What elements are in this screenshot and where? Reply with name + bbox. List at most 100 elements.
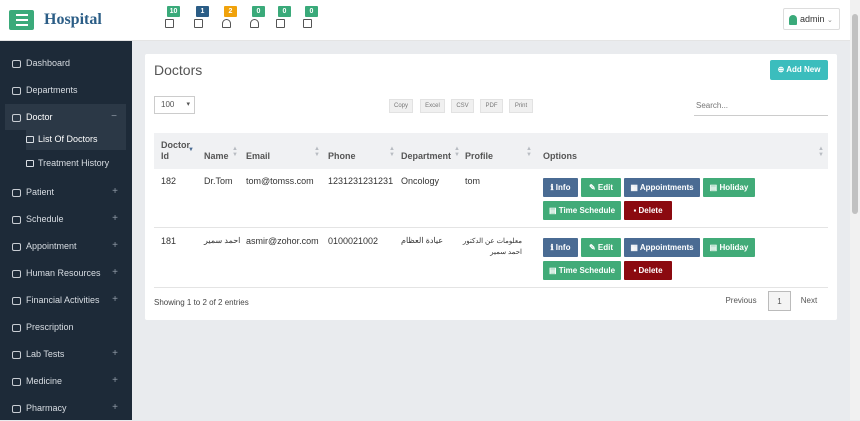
user-menu[interactable]: admin ⌄ (783, 8, 840, 30)
sidebar-item-label: Departments (26, 85, 78, 95)
expand-toggle: + (112, 267, 118, 278)
add-new-button[interactable]: ⊕ Add New (770, 60, 828, 80)
subitem-label: Treatment History (38, 158, 110, 168)
bed-icon[interactable]: 10 (163, 6, 180, 30)
print-button[interactable]: Print (509, 99, 533, 113)
money-icon[interactable]: 1 (192, 6, 209, 30)
csv-button[interactable]: CSV (451, 99, 474, 113)
page-length-value: 100 (161, 100, 175, 109)
users-icon (12, 113, 21, 122)
sidebar-item-label: Patient (26, 187, 55, 197)
sort-icon: ▲ ▼ (232, 146, 238, 158)
info-button[interactable]: ℹ Info (543, 238, 578, 257)
dollar-icon (12, 404, 21, 413)
user-icon (26, 136, 34, 144)
column-header-profile[interactable]: Profile (465, 151, 493, 162)
prescription-icon[interactable]: 0 (301, 6, 318, 30)
pdf-button[interactable]: PDF (480, 99, 503, 113)
dashboard-icon (12, 59, 21, 68)
sidebar-item-patient[interactable]: Patient + (0, 179, 132, 205)
stethoscope-icon (12, 323, 21, 332)
sort-icon: ▲ ▼ (818, 146, 824, 158)
info-button[interactable]: ℹ Info (543, 178, 578, 197)
time-schedule-button[interactable]: ▤ Time Schedule (543, 201, 621, 220)
dollar-icon (12, 296, 21, 305)
sidebar-item-label: Schedule (26, 214, 64, 224)
sitemap-icon (12, 86, 21, 95)
sidebar-item-pharmacy[interactable]: Pharmacy + (0, 395, 132, 421)
sidebar-item-doctor[interactable]: Doctor − (5, 104, 126, 130)
page-length-select[interactable]: 100 ▾ (154, 96, 195, 114)
delete-button[interactable]: ▪ Delete (624, 261, 672, 280)
cell-name: احمد سمير (204, 236, 241, 245)
sidebar: Dashboard Departments Doctor − List Of Do… (0, 41, 132, 420)
search-input[interactable] (694, 96, 828, 116)
column-header-phone[interactable]: Phone (328, 151, 356, 162)
excel-button[interactable]: Excel (420, 99, 445, 113)
sidebar-item-human-resources[interactable]: Human Resources + (0, 260, 132, 286)
sidebar-item-lab-tests[interactable]: Lab Tests + (0, 341, 132, 367)
sidebar-item-label: Pharmacy (26, 403, 67, 413)
sort-icon: ▲ ▼ (389, 146, 395, 158)
badge: 0 (305, 6, 318, 17)
stethoscope-icon (12, 215, 21, 224)
time-schedule-button[interactable]: ▤ Time Schedule (543, 261, 621, 280)
edit-button[interactable]: ✎ Edit (581, 238, 621, 257)
copy-button[interactable]: Copy (389, 99, 413, 113)
page-title: Doctors (154, 62, 203, 78)
expand-toggle: + (112, 294, 118, 305)
sidebar-item-label: Financial Activities (26, 295, 100, 305)
sidebar-subitem-treatment-history[interactable]: Treatment History (26, 152, 126, 174)
subitem-label: List Of Doctors (38, 134, 98, 144)
column-header-email[interactable]: Email (246, 151, 270, 162)
badge: 0 (252, 6, 265, 17)
edit-button[interactable]: ✎ Edit (581, 178, 621, 197)
expand-toggle: + (112, 375, 118, 386)
column-header-department[interactable]: Department (401, 151, 451, 162)
doctor-icon[interactable]: 0 (248, 6, 265, 30)
appointments-button[interactable]: ▦ Appointments (624, 238, 700, 257)
cell-email: asmir@zohor.com (246, 236, 319, 246)
sidebar-item-label: Medicine (26, 376, 63, 386)
pagination-page-1[interactable]: 1 (768, 291, 791, 311)
column-header-doctor-id[interactable]: Doctor Id (161, 140, 191, 162)
cell-department: عيادة العظام (401, 236, 444, 245)
history-icon (26, 160, 34, 168)
column-header-name[interactable]: Name (204, 151, 229, 162)
expand-toggle: + (112, 348, 118, 359)
pagination-next[interactable]: Next (795, 291, 823, 311)
appointments-button[interactable]: ▦ Appointments (624, 178, 700, 197)
pagination-previous[interactable]: Previous (720, 291, 762, 311)
column-header-options: Options (543, 151, 577, 161)
delete-button[interactable]: ▪ Delete (624, 201, 672, 220)
sidebar-item-schedule[interactable]: Schedule + (0, 206, 132, 232)
menu-toggle-button[interactable] (9, 10, 34, 30)
badge: 10 (167, 6, 180, 17)
scrollbar-thumb[interactable] (852, 14, 858, 214)
sort-icon: ▲ ▼ (314, 146, 320, 158)
medkit-icon[interactable]: 0 (274, 6, 291, 30)
sidebar-item-dashboard[interactable]: Dashboard (0, 50, 132, 76)
users-icon (12, 269, 21, 278)
sidebar-item-prescription[interactable]: Prescription (0, 314, 132, 340)
sidebar-item-label: Appointment (26, 241, 77, 251)
sidebar-subitem-list-of-doctors[interactable]: List Of Doctors (26, 128, 126, 150)
expand-toggle: + (112, 186, 118, 197)
holiday-button[interactable]: ▤ Holiday (703, 178, 755, 197)
cell-department: Oncology (401, 176, 440, 186)
sidebar-item-financial-activities[interactable]: Financial Activities + (0, 287, 132, 313)
holiday-button[interactable]: ▤ Holiday (703, 238, 755, 257)
sidebar-item-label: Human Resources (26, 268, 101, 278)
brand-logo[interactable]: Hospital (44, 11, 102, 29)
page-scrollbar[interactable] (850, 0, 860, 420)
patient-icon[interactable]: 2 (220, 6, 237, 30)
sidebar-item-appointment[interactable]: Appointment + (0, 233, 132, 259)
sidebar-item-departments[interactable]: Departments (0, 77, 132, 103)
badge: 1 (196, 6, 209, 17)
expand-toggle: + (112, 213, 118, 224)
table-info: Showing 1 to 2 of 2 entries (154, 298, 249, 307)
chevron-down-icon: ⌄ (827, 17, 833, 24)
sidebar-item-medicine[interactable]: Medicine + (0, 368, 132, 394)
row-divider (154, 287, 828, 288)
flask-icon (12, 350, 21, 359)
